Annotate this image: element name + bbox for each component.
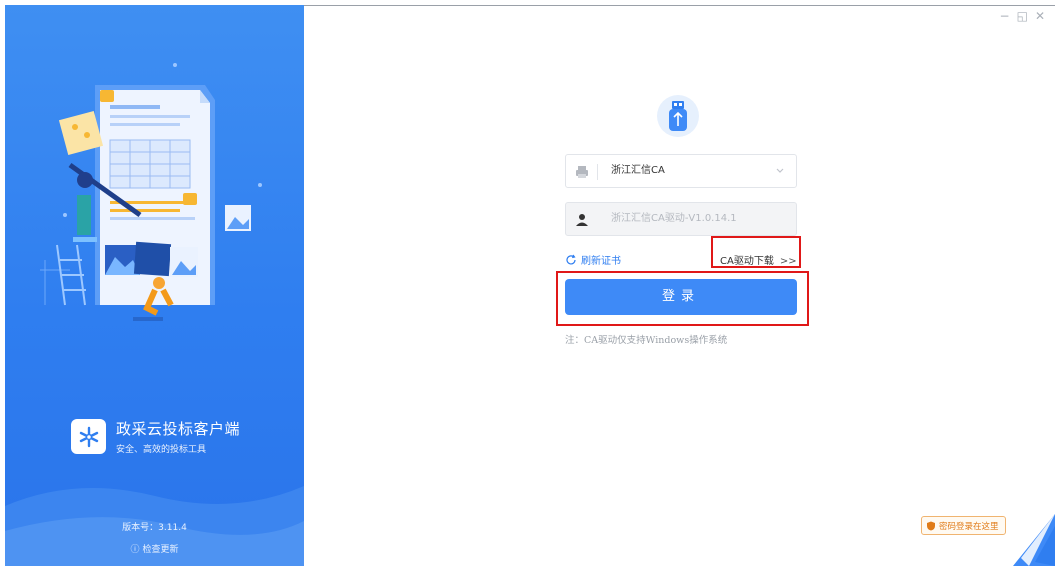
login-window: 政采云投标客户端 安全、高效的投标工具 版本号：3.11.4 ⓘ 检查更新 − …: [0, 0, 1055, 566]
hero-illustration: [40, 63, 262, 321]
close-button[interactable]: ✕: [1035, 10, 1045, 22]
highlight-box-download: [711, 236, 801, 268]
chevron-down-icon: [776, 168, 784, 173]
password-login-label: 密码登录在这里: [939, 521, 999, 532]
cert-input[interactable]: 浙江汇信CA驱动-V1.0.14.1: [565, 202, 797, 236]
printer-icon: [576, 166, 588, 178]
info-icon: ⓘ: [130, 545, 140, 555]
restore-button[interactable]: ◱: [1017, 10, 1028, 22]
version-label: 版本号：3.11.4: [122, 523, 187, 533]
usb-key-icon: [657, 95, 699, 137]
refresh-cert-link[interactable]: 刷新证书: [565, 252, 621, 267]
window-controls: − ◱ ✕: [1000, 10, 1045, 22]
password-login-link[interactable]: 密码登录在这里: [921, 516, 1006, 535]
corner-fold-decoration: [1013, 514, 1055, 566]
shield-icon: [927, 521, 935, 530]
driver-note: 注：CA驱动仅支持Windows操作系统: [565, 335, 728, 346]
check-update-link[interactable]: ⓘ 检查更新: [5, 542, 304, 555]
ca-select-value: 浙江汇信CA: [611, 165, 665, 176]
refresh-cert-label: 刷新证书: [581, 256, 621, 267]
app-subtitle: 安全、高效的投标工具: [116, 445, 207, 455]
field-separator: [597, 164, 598, 180]
zcy-logo: [71, 419, 106, 454]
brand-block: 政采云投标客户端 安全、高效的投标工具: [71, 418, 240, 455]
check-update-label: 检查更新: [142, 545, 179, 555]
highlight-box-login: [556, 271, 809, 326]
user-icon: [576, 214, 588, 226]
app-title: 政采云投标客户端: [116, 420, 241, 438]
brand-panel: 政采云投标客户端 安全、高效的投标工具 版本号：3.11.4 ⓘ 检查更新: [5, 5, 304, 566]
cert-input-placeholder: 浙江汇信CA驱动-V1.0.14.1: [611, 213, 737, 224]
ca-select[interactable]: 浙江汇信CA: [565, 154, 797, 188]
refresh-icon: [566, 254, 576, 264]
minimize-button[interactable]: −: [1000, 10, 1010, 22]
top-border: [304, 5, 1055, 6]
